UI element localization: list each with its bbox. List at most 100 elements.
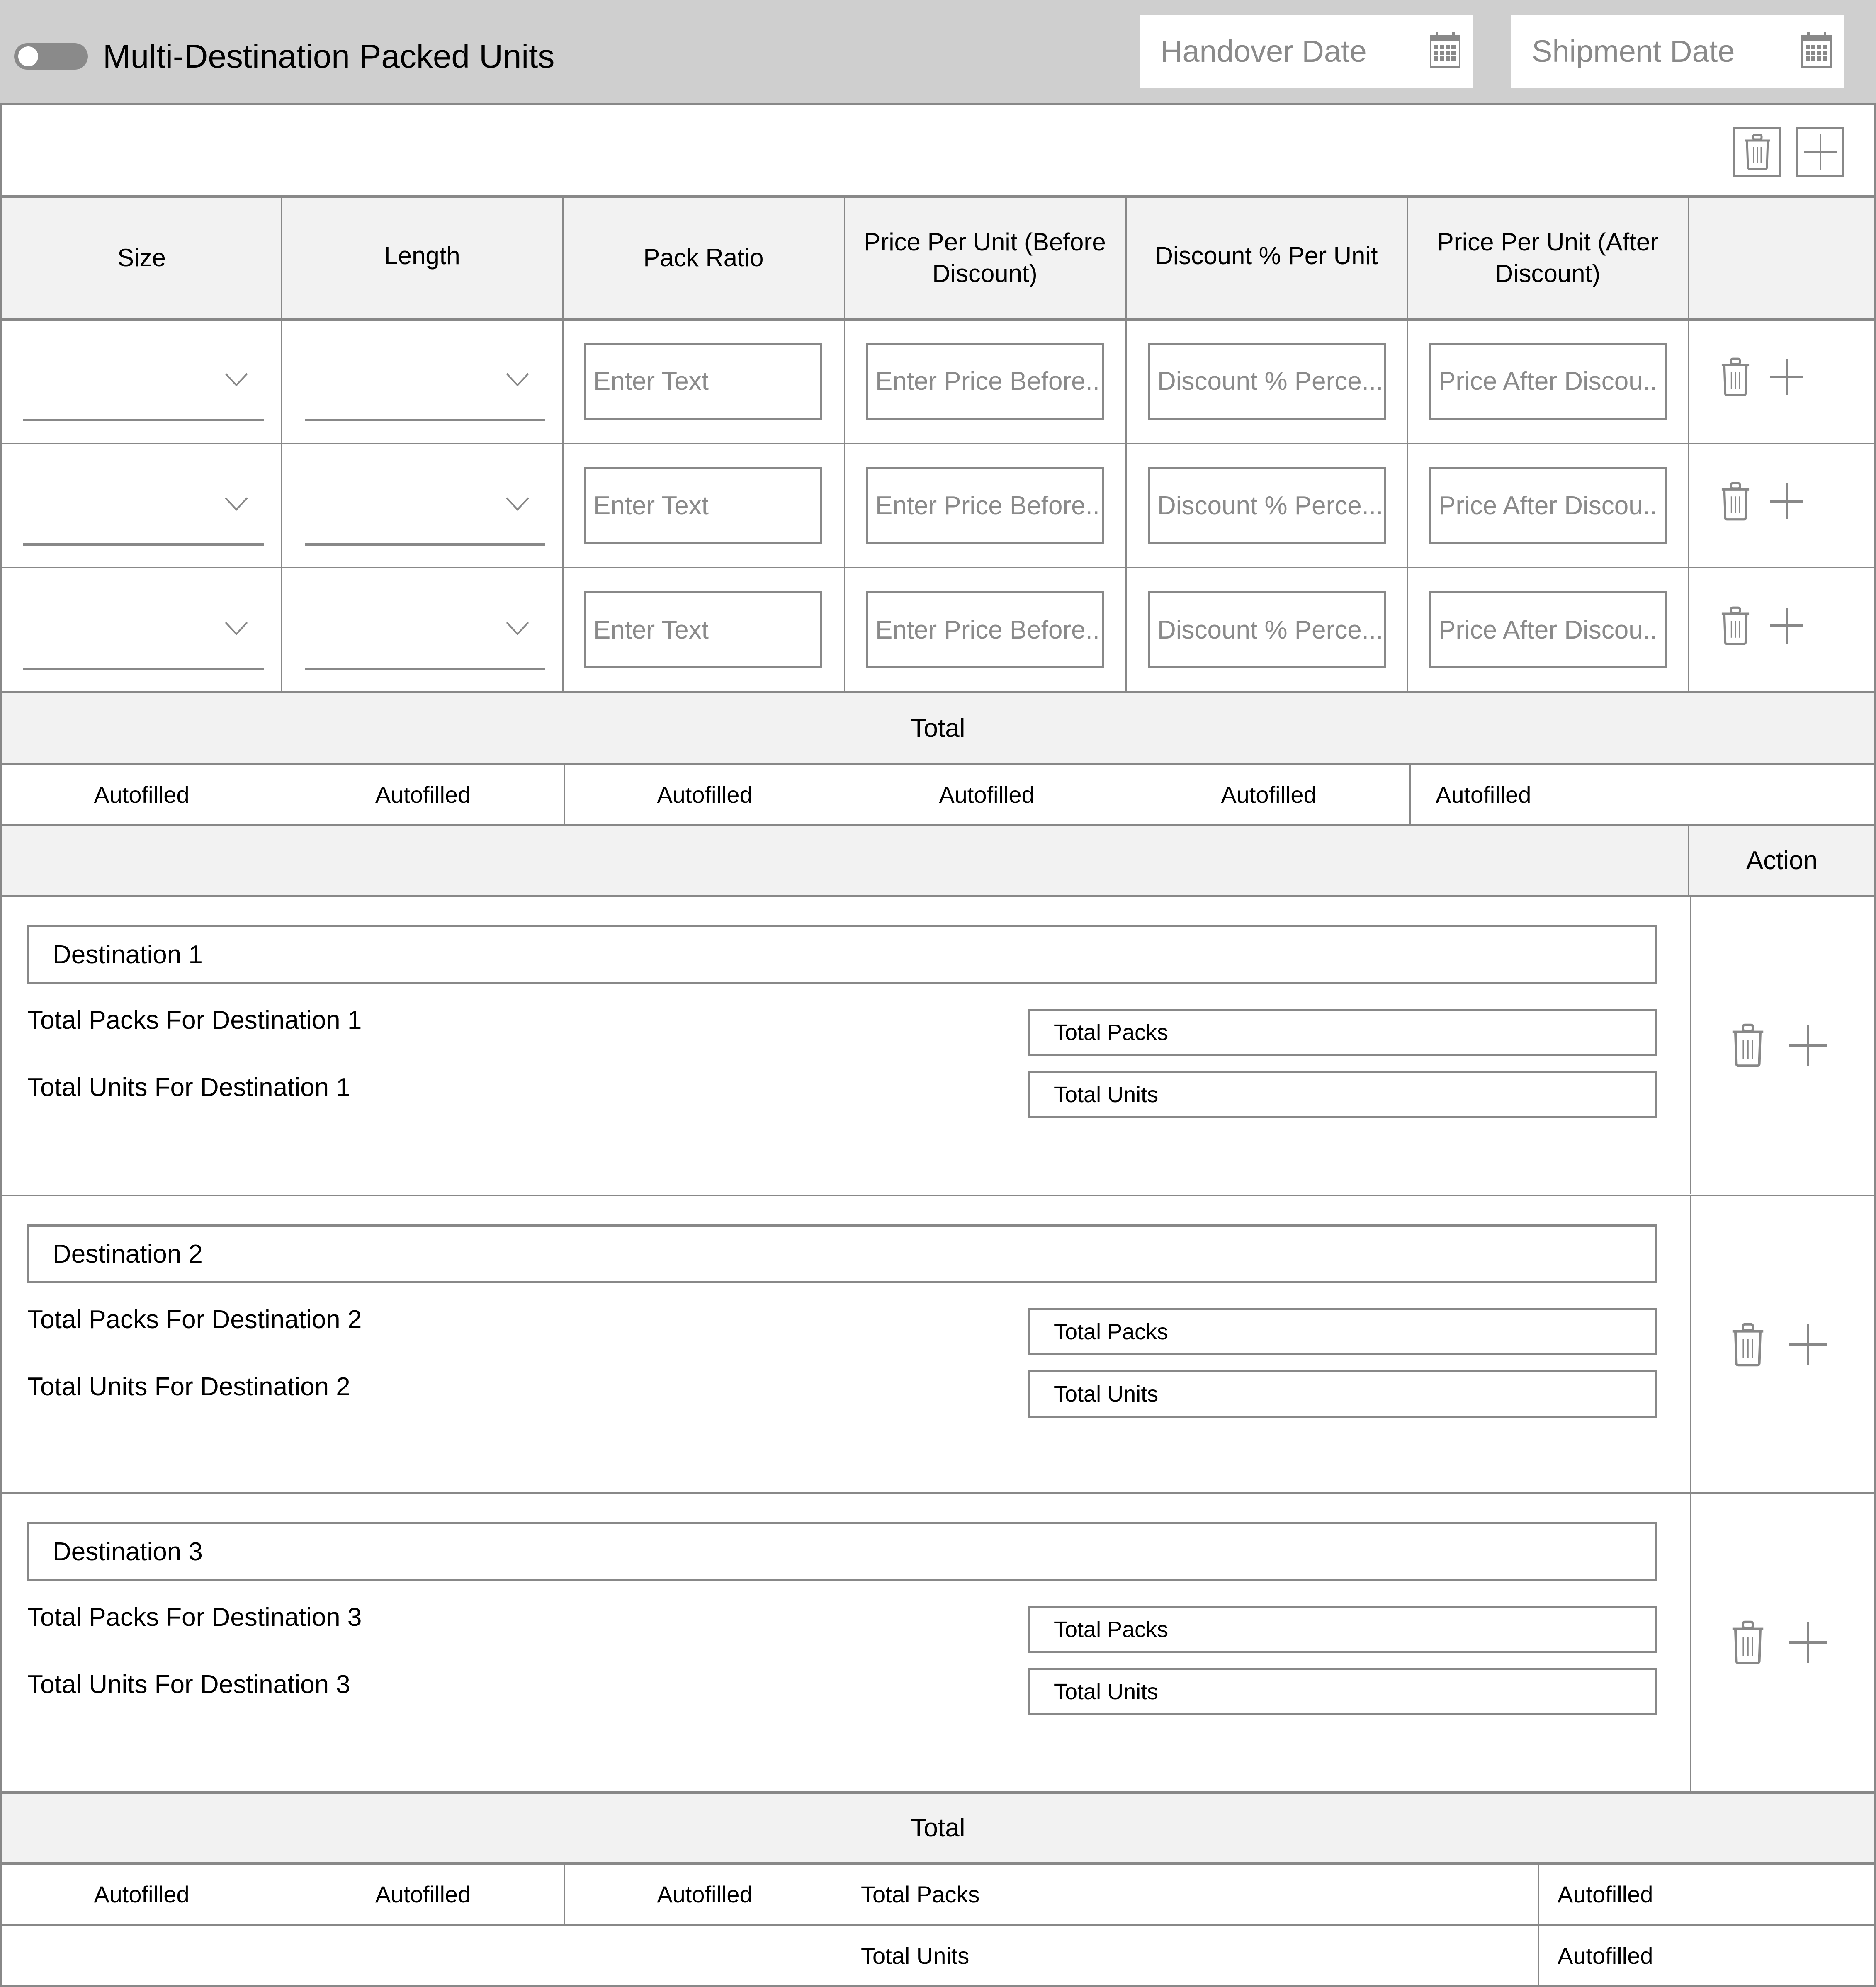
add-destination-button[interactable] [1787,1618,1829,1667]
destination-name-input[interactable]: Destination 2 [27,1224,1657,1283]
total-units-for-destination-label: Total Units For Destination 1 [27,1073,350,1102]
column-header-length: Length [384,242,460,270]
destination-section: Destination 1 Total Packs For Destinatio… [0,896,1876,1194]
total-pack-ratio: Autofilled [657,782,753,808]
column-header-pack-ratio: Pack Ratio [643,244,764,272]
trash-icon [1732,1620,1764,1664]
length-dropdown[interactable] [305,444,545,549]
length-dropdown-underline [305,668,545,670]
trash-icon [1732,1323,1764,1367]
destination-name-input[interactable]: Destination 1 [27,925,1657,984]
delete-row-button[interactable] [1717,479,1754,524]
divider [0,1985,1876,1987]
pack-ratio-input[interactable]: Enter Text [584,467,822,544]
delete-destination-button[interactable] [1729,1020,1767,1070]
destination-total-label: Total [2,1794,1874,1862]
trash-icon [1732,1023,1764,1067]
trash-icon [1721,482,1750,521]
total-units-for-destination-label: Total Units For Destination 3 [27,1670,350,1699]
column-header-discount: Discount % Per Unit [1155,242,1378,270]
calendar-icon[interactable] [1430,31,1460,68]
destination-section: Destination 2 Total Packs For Destinatio… [0,1195,1876,1493]
shipment-date-field[interactable]: Shipment Date [1511,15,1844,88]
total-packs-input[interactable]: Total Packs [1028,1308,1657,1355]
size-dropdown[interactable] [23,444,264,549]
chevron-down-icon [225,497,248,511]
calendar-icon[interactable] [1801,31,1832,68]
multi-destination-toggle[interactable] [14,43,88,70]
chevron-down-icon [506,373,529,386]
delete-destination-button[interactable] [1729,1320,1767,1370]
trash-icon [1721,357,1750,396]
table-row: Enter Text Enter Price Before.. Discount… [0,444,1876,567]
discount-input[interactable]: Discount % Perce... [1148,591,1386,668]
column-header-size: Size [117,244,166,272]
add-row-button[interactable] [1768,603,1806,649]
destination-name-input[interactable]: Destination 3 [27,1522,1657,1581]
divider [1690,896,1691,1194]
size-dropdown-underline [23,543,264,546]
add-destination-button[interactable] [1787,1020,1829,1070]
pack-ratio-input[interactable]: Enter Text [584,591,822,668]
divider [564,765,565,824]
size-dropdown[interactable] [23,568,264,674]
total-price-after: Autofilled [1436,782,1531,808]
dest-total-1: Autofilled [94,1881,190,1907]
plus-icon [1770,608,1803,644]
chevron-down-icon [506,497,529,511]
price-before-input[interactable]: Enter Price Before.. [866,467,1104,544]
add-row-button[interactable] [1768,479,1806,524]
trash-icon [1745,134,1770,170]
total-packs-value: Autofilled [1558,1881,1653,1907]
divider [1409,765,1411,824]
divider [564,1865,565,1924]
add-all-button[interactable] [1796,127,1844,177]
add-destination-button[interactable] [1787,1320,1829,1370]
pack-ratio-input[interactable]: Enter Text [584,343,822,420]
length-dropdown-underline [305,419,545,421]
delete-destination-button[interactable] [1729,1618,1767,1667]
total-packs-input[interactable]: Total Packs [1028,1009,1657,1056]
column-header-price-before: Price Per Unit (Before Discount) [864,228,1106,287]
divider [1690,1493,1691,1791]
total-units-for-destination-label: Total Units For Destination 2 [27,1372,350,1401]
plus-icon [1789,1622,1827,1663]
plus-icon [1789,1025,1827,1066]
delete-all-button[interactable] [1733,127,1781,177]
trash-icon [1721,606,1750,645]
delete-row-button[interactable] [1717,603,1754,649]
discount-input[interactable]: Discount % Perce... [1148,467,1386,544]
discount-input[interactable]: Discount % Perce... [1148,343,1386,420]
total-label: Total [2,693,1874,763]
price-after-input[interactable]: Price After Discou.. [1429,343,1667,420]
total-price-before: Autofilled [939,782,1035,808]
total-units-input[interactable]: Total Units [1028,1668,1657,1715]
total-units-input[interactable]: Total Units [1028,1370,1657,1418]
price-before-input[interactable]: Enter Price Before.. [866,591,1104,668]
destination-section: Destination 3 Total Packs For Destinatio… [0,1493,1876,1791]
plus-icon [1770,483,1803,519]
price-before-input[interactable]: Enter Price Before.. [866,343,1104,420]
dest-total-2: Autofilled [375,1881,471,1907]
length-dropdown[interactable] [305,568,545,674]
length-dropdown[interactable] [305,319,545,425]
size-dropdown[interactable] [23,319,264,425]
length-dropdown-underline [305,543,545,546]
price-after-input[interactable]: Price After Discou.. [1429,591,1667,668]
plus-icon [1789,1324,1827,1365]
total-units-input[interactable]: Total Units [1028,1071,1657,1118]
add-row-button[interactable] [1768,354,1806,400]
action-header: Action [1746,846,1818,875]
size-dropdown-underline [23,668,264,670]
total-units-label: Total Units [861,1942,970,1969]
column-header-price-after: Price Per Unit (After Discount) [1437,228,1659,287]
total-packs-for-destination-label: Total Packs For Destination 1 [27,1006,362,1035]
plus-icon [1804,134,1837,170]
total-units-value: Autofilled [1558,1942,1653,1969]
price-after-input[interactable]: Price After Discou.. [1429,467,1667,544]
total-packs-input[interactable]: Total Packs [1028,1606,1657,1653]
handover-date-field[interactable]: Handover Date [1140,15,1473,88]
total-packs-for-destination-label: Total Packs For Destination 2 [27,1305,362,1334]
delete-row-button[interactable] [1717,354,1754,400]
page-title: Multi-Destination Packed Units [103,38,555,75]
